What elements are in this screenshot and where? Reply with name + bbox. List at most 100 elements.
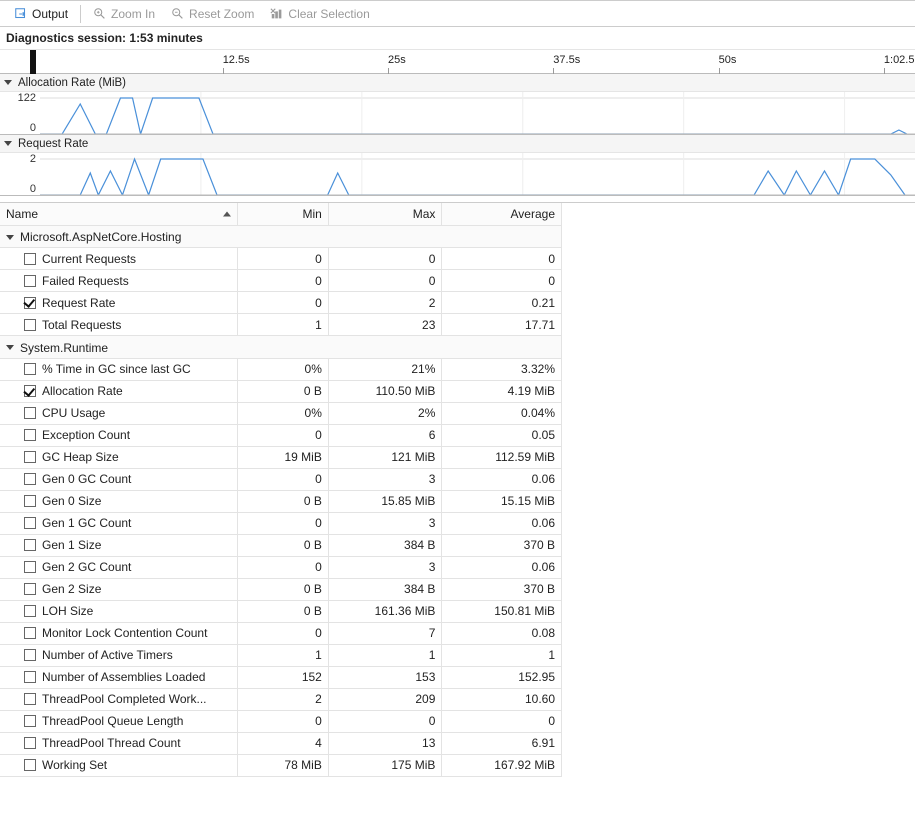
row-checkbox[interactable]	[24, 495, 36, 507]
col-name[interactable]: Name	[0, 203, 237, 225]
table-row[interactable]: Working Set78 MiB175 MiB167.92 MiB	[0, 754, 562, 776]
row-checkbox[interactable]	[24, 539, 36, 551]
row-max: 384 B	[328, 534, 442, 556]
row-min: 0 B	[237, 578, 328, 600]
row-checkbox[interactable]	[24, 583, 36, 595]
row-max: 175 MiB	[328, 754, 442, 776]
row-checkbox[interactable]	[24, 715, 36, 727]
time-axis[interactable]: 12.5s25s37.5s50s1:02.5min	[0, 50, 915, 74]
table-row[interactable]: Request Rate020.21	[0, 292, 562, 314]
table-row[interactable]: Current Requests000	[0, 248, 562, 270]
reset-zoom-label: Reset Zoom	[189, 7, 254, 21]
row-checkbox[interactable]	[24, 407, 36, 419]
row-checkbox[interactable]	[24, 363, 36, 375]
row-checkbox[interactable]	[24, 319, 36, 331]
row-checkbox[interactable]	[24, 671, 36, 683]
counters-table-wrap[interactable]: Name Min Max Average Microsoft.AspNetCor…	[0, 202, 915, 816]
table-row[interactable]: Exception Count060.05	[0, 424, 562, 446]
row-min: 4	[237, 732, 328, 754]
table-row[interactable]: Gen 2 Size0 B384 B370 B	[0, 578, 562, 600]
row-avg: 0	[442, 270, 562, 292]
row-name: Gen 0 Size	[42, 494, 101, 508]
table-row[interactable]: Number of Assemblies Loaded152153152.95	[0, 666, 562, 688]
row-avg: 0.06	[442, 556, 562, 578]
row-min: 0	[237, 248, 328, 270]
row-checkbox[interactable]	[24, 693, 36, 705]
row-min: 0	[237, 622, 328, 644]
col-avg[interactable]: Average	[442, 203, 562, 225]
row-min: 0%	[237, 402, 328, 424]
chart-plot[interactable]	[40, 153, 915, 195]
row-name: GC Heap Size	[42, 450, 119, 464]
table-row[interactable]: % Time in GC since last GC0%21%3.32%	[0, 358, 562, 380]
row-name: CPU Usage	[42, 406, 105, 420]
row-checkbox[interactable]	[24, 385, 36, 397]
table-row[interactable]: Gen 1 Size0 B384 B370 B	[0, 534, 562, 556]
table-row[interactable]: Number of Active Timers111	[0, 644, 562, 666]
clear-selection-label: Clear Selection	[288, 7, 369, 21]
row-checkbox[interactable]	[24, 605, 36, 617]
chart-title-row[interactable]: Request Rate	[0, 135, 915, 153]
row-min: 0	[237, 556, 328, 578]
row-min: 0 B	[237, 490, 328, 512]
table-row[interactable]: Monitor Lock Contention Count070.08	[0, 622, 562, 644]
group-name: System.Runtime	[20, 341, 108, 355]
table-row[interactable]: Gen 0 Size0 B15.85 MiB15.15 MiB	[0, 490, 562, 512]
table-row[interactable]: Allocation Rate0 B110.50 MiB4.19 MiB	[0, 380, 562, 402]
row-checkbox[interactable]	[24, 275, 36, 287]
time-marker[interactable]	[30, 50, 36, 74]
col-max[interactable]: Max	[328, 203, 442, 225]
row-avg: 370 B	[442, 578, 562, 600]
row-max: 21%	[328, 358, 442, 380]
row-checkbox[interactable]	[24, 759, 36, 771]
output-button[interactable]: Output	[6, 3, 76, 25]
row-checkbox[interactable]	[24, 561, 36, 573]
table-row[interactable]: Failed Requests000	[0, 270, 562, 292]
y-tick-hi: 2	[30, 153, 36, 165]
row-checkbox[interactable]	[24, 429, 36, 441]
row-avg: 1	[442, 644, 562, 666]
table-row[interactable]: Gen 1 GC Count030.06	[0, 512, 562, 534]
row-checkbox[interactable]	[24, 737, 36, 749]
reset-zoom-button[interactable]: Reset Zoom	[163, 3, 262, 25]
table-row[interactable]: ThreadPool Thread Count4136.91	[0, 732, 562, 754]
session-header: Diagnostics session: 1:53 minutes	[0, 27, 915, 50]
session-value: 1:53 minutes	[129, 31, 202, 45]
table-row[interactable]: Gen 0 GC Count030.06	[0, 468, 562, 490]
table-row[interactable]: Gen 2 GC Count030.06	[0, 556, 562, 578]
row-min: 19 MiB	[237, 446, 328, 468]
table-row[interactable]: ThreadPool Queue Length000	[0, 710, 562, 732]
table-row[interactable]: ThreadPool Completed Work...220910.60	[0, 688, 562, 710]
col-min[interactable]: Min	[237, 203, 328, 225]
table-row[interactable]: CPU Usage0%2%0.04%	[0, 402, 562, 424]
chart-plot[interactable]	[40, 92, 915, 134]
row-max: 6	[328, 424, 442, 446]
row-min: 78 MiB	[237, 754, 328, 776]
chart-title-row[interactable]: Allocation Rate (MiB)	[0, 74, 915, 92]
group-row[interactable]: Microsoft.AspNetCore.Hosting	[0, 225, 562, 248]
row-name: Number of Active Timers	[42, 648, 173, 662]
row-checkbox[interactable]	[24, 473, 36, 485]
row-max: 7	[328, 622, 442, 644]
sort-asc-icon	[223, 211, 231, 216]
row-checkbox[interactable]	[24, 649, 36, 661]
row-min: 0	[237, 270, 328, 292]
row-checkbox[interactable]	[24, 517, 36, 529]
row-min: 0	[237, 292, 328, 314]
table-row[interactable]: LOH Size0 B161.36 MiB150.81 MiB	[0, 600, 562, 622]
table-row[interactable]: GC Heap Size19 MiB121 MiB112.59 MiB	[0, 446, 562, 468]
y-tick-hi: 122	[18, 92, 36, 104]
row-max: 0	[328, 270, 442, 292]
row-checkbox[interactable]	[24, 253, 36, 265]
table-row[interactable]: Total Requests12317.71	[0, 314, 562, 336]
zoom-in-button[interactable]: Zoom In	[85, 3, 163, 25]
group-row[interactable]: System.Runtime	[0, 336, 562, 359]
row-checkbox[interactable]	[24, 297, 36, 309]
row-checkbox[interactable]	[24, 627, 36, 639]
clear-selection-button[interactable]: Clear Selection	[262, 3, 377, 25]
output-label: Output	[32, 7, 68, 21]
row-name: Gen 2 GC Count	[42, 560, 131, 574]
counters-table: Name Min Max Average Microsoft.AspNetCor…	[0, 203, 562, 777]
row-name: Failed Requests	[42, 274, 129, 288]
row-checkbox[interactable]	[24, 451, 36, 463]
